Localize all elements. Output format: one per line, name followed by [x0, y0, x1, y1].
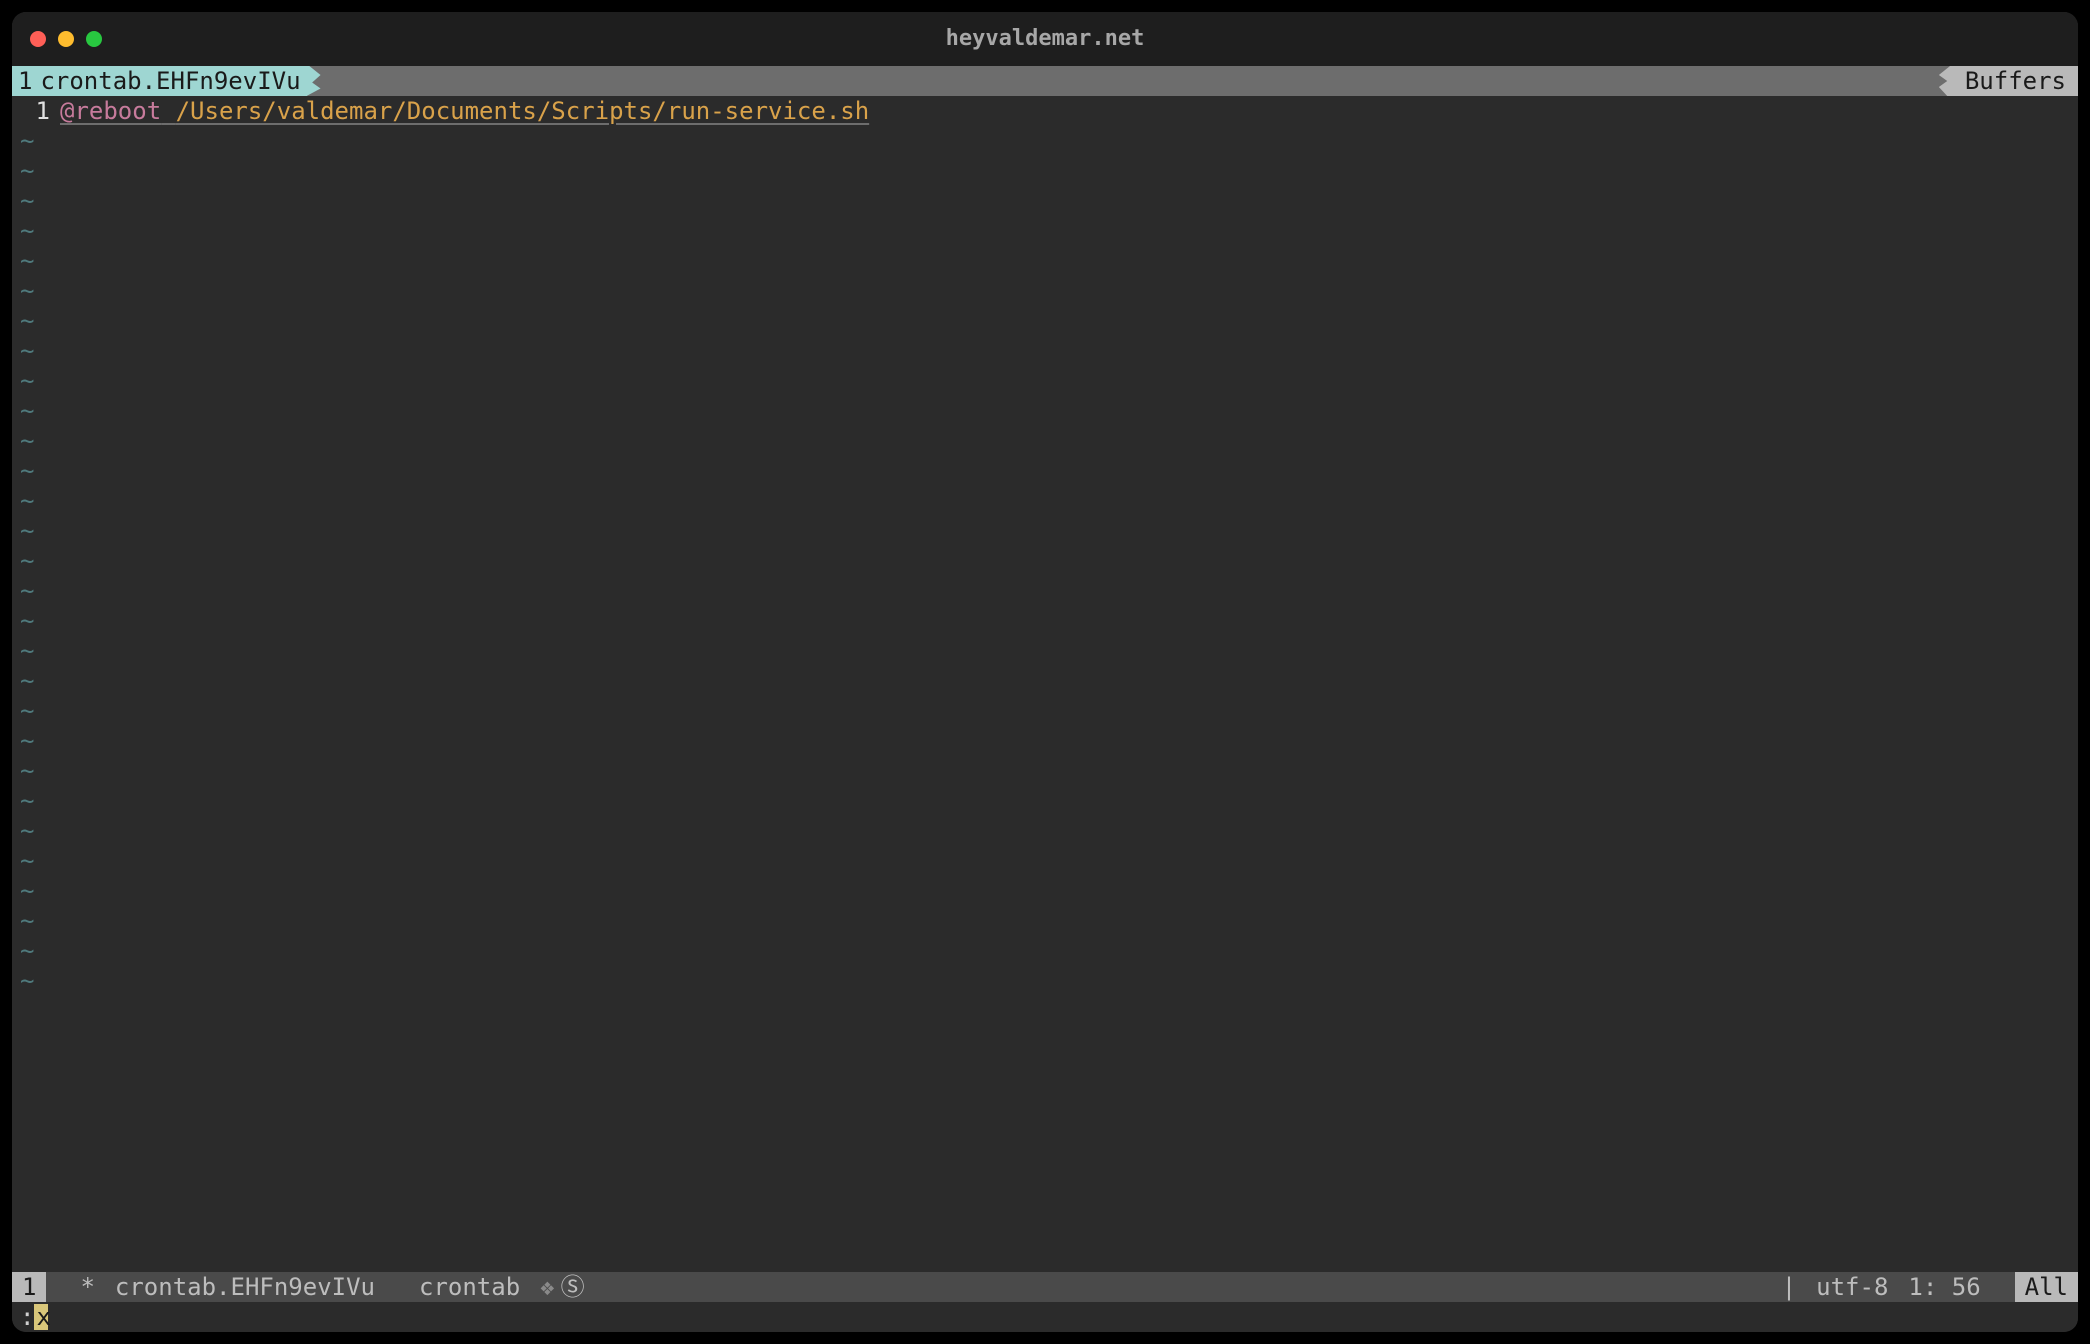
empty-line: ~ — [12, 666, 2078, 696]
cmd-colon: : — [20, 1302, 34, 1332]
cursor-icon: x — [34, 1304, 48, 1330]
tilde-icon: ~ — [12, 876, 34, 906]
cron-path: /Users/valdemar/Documents/Scripts/run-se… — [176, 97, 870, 125]
empty-line: ~ — [12, 246, 2078, 276]
tilde-icon: ~ — [12, 546, 34, 576]
tilde-icon: ~ — [12, 726, 34, 756]
tab-index: 1 — [18, 66, 32, 96]
status-os — [1752, 1272, 1772, 1302]
status-filename: crontab.EHFn9evIVu — [105, 1272, 385, 1302]
tilde-icon: ~ — [12, 756, 34, 786]
empty-line: ~ — [12, 336, 2078, 366]
titlebar: heyvaldemar.net — [12, 12, 2078, 66]
tilde-icon: ~ — [12, 186, 34, 216]
spell-icon: Ⓢ — [561, 1272, 585, 1302]
tilde-icon: ~ — [12, 786, 34, 816]
empty-line: ~ — [12, 306, 2078, 336]
empty-line: ~ — [12, 876, 2078, 906]
status-separator: | — [1772, 1272, 1806, 1302]
buffers-label: Buffers — [1965, 66, 2066, 96]
tab-separator-icon — [1925, 66, 1953, 96]
empty-line: ~ — [12, 516, 2078, 546]
space — [161, 97, 175, 125]
tilde-icon: ~ — [12, 636, 34, 666]
tilde-icon: ~ — [12, 486, 34, 516]
tilde-icon: ~ — [12, 156, 34, 186]
empty-line: ~ — [12, 846, 2078, 876]
statusline: 1 * crontab.EHFn9evIVu crontab ❖ Ⓢ | utf… — [12, 1272, 2078, 1302]
empty-line: ~ — [12, 486, 2078, 516]
tilde-icon: ~ — [12, 336, 34, 366]
diamond-icon: ❖ — [540, 1272, 554, 1302]
tilde-icon: ~ — [12, 666, 34, 696]
command-line[interactable]: :x — [12, 1302, 2078, 1332]
tabline: 1 crontab.EHFn9evIVu Buffers — [12, 66, 2078, 96]
empty-line: ~ — [12, 126, 2078, 156]
empty-line: ~ — [12, 636, 2078, 666]
buffers-tab[interactable]: Buffers — [1953, 66, 2078, 96]
empty-line: ~ — [12, 216, 2078, 246]
tilde-icon: ~ — [12, 246, 34, 276]
tilde-icon: ~ — [12, 906, 34, 936]
tilde-icon: ~ — [12, 366, 34, 396]
code-line[interactable]: 1 @reboot /Users/valdemar/Documents/Scri… — [12, 96, 2078, 126]
tab-active[interactable]: 1 crontab.EHFn9evIVu — [12, 66, 307, 96]
empty-line: ~ — [12, 606, 2078, 636]
tilde-icon: ~ — [12, 936, 34, 966]
empty-line: ~ — [12, 396, 2078, 426]
editor-area[interactable]: 1 @reboot /Users/valdemar/Documents/Scri… — [12, 96, 2078, 1272]
status-window-number: 1 — [12, 1272, 46, 1302]
status-filetype: crontab — [409, 1272, 530, 1302]
tilde-icon: ~ — [12, 456, 34, 486]
empty-line: ~ — [12, 786, 2078, 816]
tilde-icon: ~ — [12, 846, 34, 876]
tab-separator-icon — [307, 66, 335, 96]
tilde-icon: ~ — [12, 306, 34, 336]
empty-line: ~ — [12, 186, 2078, 216]
empty-line: ~ — [12, 576, 2078, 606]
status-percent: All — [2015, 1272, 2078, 1302]
tabline-spacer — [335, 66, 1925, 96]
empty-lines: ~~~~~~~~~~~~~~~~~~~~~~~~~~~~~ — [12, 126, 2078, 1272]
empty-line: ~ — [12, 756, 2078, 786]
empty-line: ~ — [12, 426, 2078, 456]
empty-line: ~ — [12, 966, 2078, 996]
cmd-text: x — [36, 1304, 50, 1330]
cron-keyword: @reboot — [60, 97, 161, 125]
status-encoding: utf-8 — [1806, 1272, 1898, 1302]
tilde-icon: ~ — [12, 126, 34, 156]
tilde-icon: ~ — [12, 276, 34, 306]
tilde-icon: ~ — [12, 606, 34, 636]
tilde-icon: ~ — [12, 516, 34, 546]
empty-line: ~ — [12, 906, 2078, 936]
empty-line: ~ — [12, 936, 2078, 966]
empty-line: ~ — [12, 366, 2078, 396]
tilde-icon: ~ — [12, 396, 34, 426]
empty-line: ~ — [12, 696, 2078, 726]
status-position: 1: 56 — [1898, 1272, 1990, 1302]
empty-line: ~ — [12, 156, 2078, 186]
tilde-icon: ~ — [12, 816, 34, 846]
tilde-icon: ~ — [12, 966, 34, 996]
tilde-icon: ~ — [12, 426, 34, 456]
tab-filename: crontab.EHFn9evIVu — [40, 66, 300, 96]
empty-line: ~ — [12, 276, 2078, 306]
code-content[interactable]: @reboot /Users/valdemar/Documents/Script… — [60, 96, 869, 126]
terminal-window: heyvaldemar.net 1 crontab.EHFn9evIVu Buf… — [12, 12, 2078, 1332]
tilde-icon: ~ — [12, 576, 34, 606]
line-number: 1 — [12, 96, 60, 126]
empty-line: ~ — [12, 816, 2078, 846]
empty-line: ~ — [12, 546, 2078, 576]
empty-line: ~ — [12, 456, 2078, 486]
status-indicators: ❖ Ⓢ — [530, 1272, 594, 1302]
tilde-icon: ~ — [12, 216, 34, 246]
tilde-icon: ~ — [12, 696, 34, 726]
status-modified-flag: * — [70, 1272, 104, 1302]
empty-line: ~ — [12, 726, 2078, 756]
window-title: heyvaldemar.net — [12, 25, 2078, 53]
